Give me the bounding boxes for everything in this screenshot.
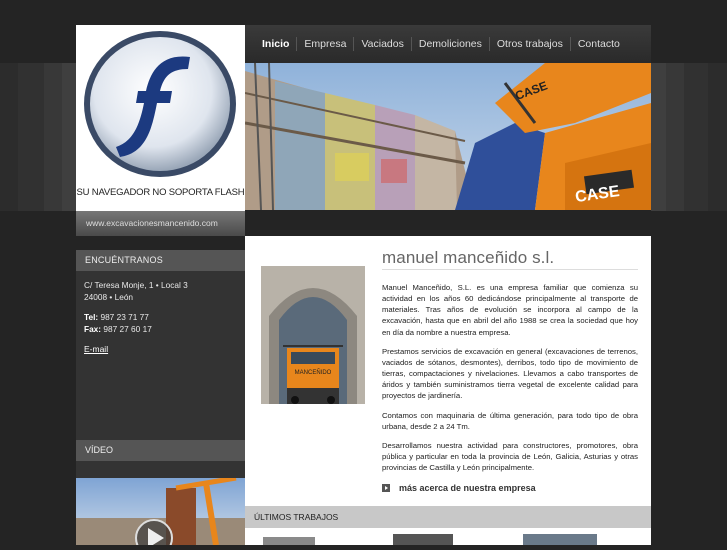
site-url: www.excavacionesmancenido.com xyxy=(76,211,245,236)
main-nav: Inicio Empresa Vaciados Demoliciones Otr… xyxy=(245,25,651,63)
paragraph-2: Prestamos servicios de excavación en gen… xyxy=(382,346,638,401)
company-title: manuel manceñido s.l. xyxy=(382,248,555,267)
email-link[interactable]: E-mail xyxy=(84,344,108,354)
tel-label: Tel: xyxy=(84,312,99,322)
recent-works-heading: ÚLTIMOS TRABAJOS xyxy=(245,506,651,528)
nav-contacto[interactable]: Contacto xyxy=(569,37,627,51)
nav-otros-trabajos[interactable]: Otros trabajos xyxy=(488,37,570,51)
nav-demoliciones[interactable]: Demoliciones xyxy=(410,37,489,51)
paragraph-3: Contamos con maquinaria de última genera… xyxy=(382,410,638,431)
sidebar-heading: ENCUÉNTRANOS xyxy=(76,250,245,271)
hero-image: CASE CASE xyxy=(245,63,651,210)
video-thumbnail[interactable] xyxy=(76,478,245,545)
nav-vaciados[interactable]: Vaciados xyxy=(353,37,410,51)
company-photo: MANCEÑIDO xyxy=(261,266,365,404)
more-about-label[interactable]: más acerca de nuestra empresa xyxy=(399,483,536,493)
flash-notice: SU NAVEGADOR NO SOPORTA FLASH xyxy=(76,187,245,198)
address-line-1: C/ Teresa Monje, 1 • Local 3 xyxy=(84,280,188,290)
paragraph-1: Manuel Manceñido, S.L. es una empresa fa… xyxy=(382,283,638,337)
fax-value: 987 27 60 17 xyxy=(103,323,152,334)
truck-label: MANCEÑIDO xyxy=(295,369,332,376)
address-line-2: 24008 • León xyxy=(84,291,134,302)
recent-works-thumbnails xyxy=(245,528,651,545)
nav-empresa[interactable]: Empresa xyxy=(296,37,353,51)
video-heading: VÍDEO xyxy=(76,440,245,461)
title-divider xyxy=(382,269,638,270)
paragraph-4: Desarrollamos nuestra actividad para con… xyxy=(382,440,638,473)
tel-value: 987 23 71 77 xyxy=(100,312,149,322)
nav-inicio[interactable]: Inicio xyxy=(255,37,296,51)
more-about-link[interactable]: más acerca de nuestra empresa xyxy=(382,483,536,493)
company-description: Manuel Manceñido, S.L. es una empresa fa… xyxy=(382,282,638,481)
arrow-bullet-icon xyxy=(382,484,390,492)
flash-logo-icon xyxy=(84,31,236,177)
fax-label: Fax: xyxy=(84,323,102,334)
flash-placeholder: SU NAVEGADOR NO SOPORTA FLASH xyxy=(76,25,245,211)
main-content: MANCEÑIDO manuel manceñido s.l. Manuel M… xyxy=(245,236,651,506)
